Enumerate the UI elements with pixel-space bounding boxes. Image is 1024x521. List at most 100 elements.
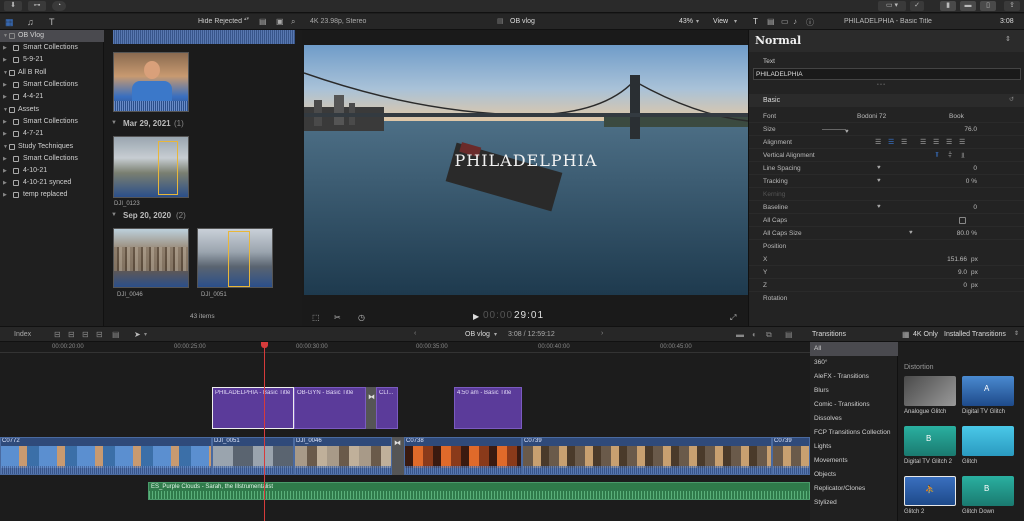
play-icon[interactable]: ▶: [473, 312, 479, 321]
solo-icon[interactable]: ◐: [752, 330, 757, 339]
filter-popup[interactable]: Hide Rejected: [198, 18, 242, 25]
timeline-ruler[interactable]: 00:00:20:00 00:00:25:00 00:00:30:00 00:0…: [0, 342, 810, 353]
disclosure-triangle-icon[interactable]: ▼: [111, 120, 117, 126]
valign-middle-icon[interactable]: ⫩: [948, 149, 952, 162]
library-item[interactable]: ▼ Study Techniques: [0, 141, 104, 153]
justify-icon[interactable]: ☰: [933, 136, 939, 149]
titles-generators-icon[interactable]: T: [49, 17, 55, 27]
chevron-down-icon[interactable]: ▾: [144, 331, 147, 338]
library-item[interactable]: ▶ 4-10-21 synced: [0, 177, 104, 189]
transition-handle[interactable]: ⧓: [392, 437, 404, 475]
library-item[interactable]: ▶ 5-9-21: [0, 54, 104, 66]
slider-knob-icon[interactable]: ♥: [877, 162, 881, 175]
text-style-preset[interactable]: Normal: [755, 34, 801, 47]
disclosure-triangle-icon[interactable]: ▼: [3, 67, 8, 79]
library-item[interactable]: ▶ 4-10-21: [0, 165, 104, 177]
workspace-button[interactable]: ▭ ▾: [878, 1, 906, 11]
chevron-down-icon[interactable]: ▾: [494, 331, 497, 338]
library-item[interactable]: ▶ Smart Collections: [0, 116, 104, 128]
library-item[interactable]: ▶ Smart Collections: [0, 153, 104, 165]
select-tool-icon[interactable]: ➤: [134, 330, 141, 339]
keyword-button[interactable]: ⊶: [28, 1, 46, 11]
clip-thumbnail[interactable]: [113, 136, 189, 198]
align-left-icon[interactable]: ☰: [875, 136, 881, 149]
disclosure-triangle-icon[interactable]: ▶: [3, 91, 7, 103]
chevron-updown-icon[interactable]: ⇕: [1014, 330, 1019, 337]
video-clip[interactable]: C0739: [772, 437, 810, 475]
chevron-down-icon[interactable]: ▾: [696, 18, 699, 25]
tracking-row[interactable]: Tracking ♥ 0 %: [749, 175, 1024, 188]
valign-bottom-icon[interactable]: ⫫: [961, 149, 965, 162]
disclosure-triangle-icon[interactable]: ▼: [3, 141, 8, 153]
position-z-row[interactable]: Z 0 px: [749, 279, 1024, 292]
library-item[interactable]: ▶ 4-4-21: [0, 91, 104, 103]
clip-appearance-icon[interactable]: ▤: [259, 17, 267, 26]
overwrite-icon[interactable]: ⊟: [96, 330, 103, 339]
title-overlay[interactable]: PHILADELPHIA: [304, 151, 748, 170]
valign-top-icon[interactable]: ⫪: [935, 149, 939, 162]
video-clip[interactable]: DJI_0051: [212, 437, 294, 475]
reset-icon[interactable]: ↺: [1009, 94, 1014, 107]
category-item[interactable]: FCP Transitions Collection: [810, 426, 898, 440]
justify-icon[interactable]: ☰: [946, 136, 952, 149]
transition-thumbnail[interactable]: [904, 376, 956, 406]
4k-filter[interactable]: 4K Only: [913, 331, 938, 338]
filmstrip-partial[interactable]: [113, 30, 295, 44]
disclosure-triangle-icon[interactable]: ▼: [3, 30, 8, 42]
video-clip[interactable]: C0739: [522, 437, 772, 475]
insert-icon[interactable]: ⊟: [68, 330, 75, 339]
category-item[interactable]: Replicator/Clones: [810, 482, 898, 496]
video-frame[interactable]: PHILADELPHIA: [304, 45, 748, 295]
slider-knob-icon[interactable]: ♥: [909, 227, 913, 240]
disclosure-triangle-icon[interactable]: ▼: [3, 104, 8, 116]
library-item[interactable]: ▶ Smart Collections: [0, 79, 104, 91]
history-forward-icon[interactable]: ›: [601, 330, 603, 337]
transform-icon[interactable]: ⬚: [312, 313, 320, 322]
justify-icon[interactable]: ☰: [959, 136, 965, 149]
connect-icon[interactable]: ⊟: [54, 330, 61, 339]
transition-handle[interactable]: ⧓: [366, 387, 376, 429]
zoom-popup[interactable]: 43%: [679, 18, 693, 25]
category-item[interactable]: AleFX - Transitions: [810, 370, 898, 384]
audio-inspector-icon[interactable]: ♪: [793, 17, 797, 26]
category-item[interactable]: Movements: [810, 454, 898, 468]
chevron-updown-icon[interactable]: ▴▾: [244, 16, 249, 22]
text-field[interactable]: PHILADELPHIA: [753, 68, 1021, 80]
video-clip[interactable]: DJI_0046: [294, 437, 392, 475]
chevron-down-icon[interactable]: ▾: [734, 18, 737, 25]
text-inspector-icon[interactable]: T: [753, 17, 758, 26]
all-caps-row[interactable]: All Caps: [749, 214, 1024, 227]
keyword-editor-button[interactable]: ✓: [910, 1, 924, 11]
browser-toggle[interactable]: ▮: [940, 1, 956, 11]
audio-skimming-icon[interactable]: ▬: [736, 330, 744, 339]
disclosure-triangle-icon[interactable]: ▶: [3, 177, 7, 189]
installed-transitions-popup[interactable]: Installed Transitions: [944, 331, 1006, 338]
chevron-updown-icon[interactable]: ⇕: [1005, 35, 1011, 43]
title-clip[interactable]: PHILADELPHIA - Basic Title: [212, 387, 294, 429]
timeline[interactable]: 00:00:20:00 00:00:25:00 00:00:30:00 00:0…: [0, 342, 810, 521]
transition-thumbnail[interactable]: [962, 426, 1014, 456]
speed-icon[interactable]: ◷: [358, 313, 365, 322]
size-slider[interactable]: [822, 129, 846, 130]
share-button[interactable]: ⇪: [1004, 1, 1020, 11]
size-row[interactable]: Size ♥ 76.0: [749, 123, 1024, 136]
library-item[interactable]: ▶ temp replaced: [0, 189, 104, 201]
timeline-project-name[interactable]: OB vlog: [465, 331, 490, 338]
playhead-handle[interactable]: [261, 342, 268, 348]
index-button[interactable]: Index: [14, 331, 31, 338]
line-spacing-row[interactable]: Line Spacing ♥ 0: [749, 162, 1024, 175]
position-z-value[interactable]: 0: [963, 279, 967, 292]
disclosure-triangle-icon[interactable]: ▶: [3, 42, 7, 54]
disclosure-triangle-icon[interactable]: ▶: [3, 189, 7, 201]
library-item[interactable]: ▼ Assets: [0, 104, 104, 116]
video-inspector-icon[interactable]: ▭: [781, 17, 789, 26]
transition-thumbnail[interactable]: ⛹: [904, 476, 956, 506]
disclosure-triangle-icon[interactable]: ▶: [3, 79, 7, 91]
inspector-toggle[interactable]: ▯: [980, 1, 996, 11]
snapping-icon[interactable]: ⧉: [766, 330, 772, 340]
title-inspector-icon[interactable]: ▤: [767, 17, 775, 26]
crop-icon[interactable]: ✂: [334, 313, 341, 322]
category-item[interactable]: Lights: [810, 440, 898, 454]
disclosure-triangle-icon[interactable]: ▼: [111, 212, 117, 218]
font-style-popup[interactable]: Book: [949, 110, 964, 123]
